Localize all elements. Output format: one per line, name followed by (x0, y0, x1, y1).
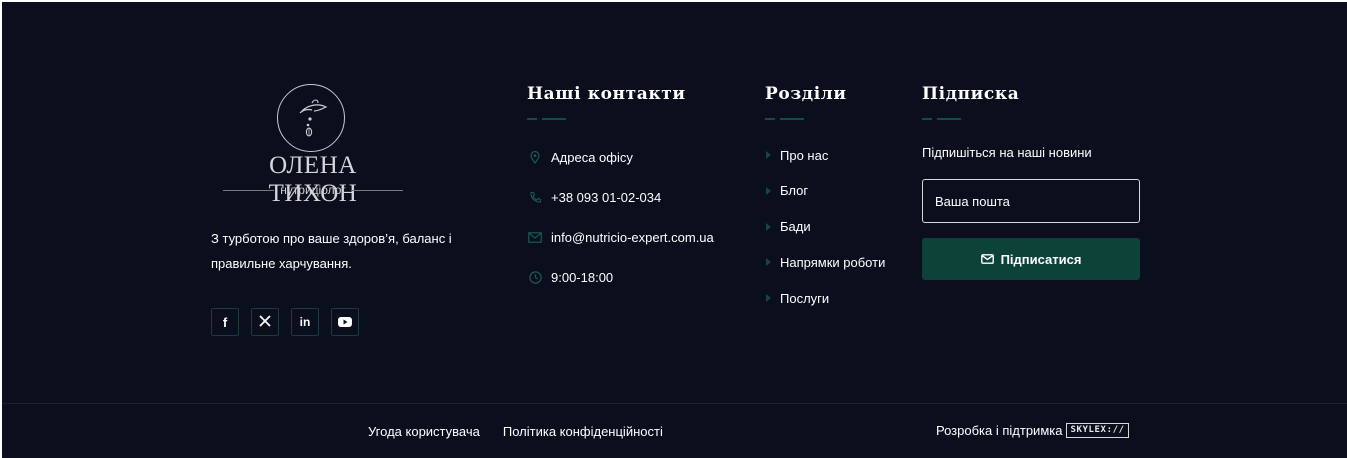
section-link-label: Про нас (780, 147, 829, 163)
section-link-label: Напрямки роботи (780, 254, 886, 270)
legal-links: Угода користувача Політика конфіденційно… (368, 424, 663, 439)
x-twitter-link[interactable] (251, 308, 279, 336)
developer-badge[interactable]: SKYLEX:// (1066, 423, 1129, 438)
contact-email-text: info@nutricio-expert.com.ua (551, 229, 714, 245)
sections-list: Про нас Блог Бади Напрямки роботи Послуг… (765, 146, 885, 307)
developer-label: Розробка і підтримка (936, 423, 1063, 438)
contact-address-text: Адреса офісу (551, 149, 633, 165)
youtube-icon (338, 315, 352, 330)
facebook-link[interactable]: f (211, 308, 239, 336)
section-link-label: Послуги (780, 290, 830, 306)
contact-email[interactable]: info@nutricio-expert.com.ua (527, 227, 714, 247)
contact-phone[interactable]: +38 093 01-02-034 (527, 187, 714, 207)
contacts-column: Наші контакти Адреса офісу +38 093 01-02… (527, 84, 714, 287)
section-link-label: Бади (780, 219, 811, 235)
contact-hours: 9:00-18:00 (527, 267, 714, 287)
mail-icon (527, 231, 543, 243)
caret-right-icon (766, 151, 771, 159)
social-links: f in (211, 308, 481, 336)
logo-subtitle: нутриціолог (223, 183, 404, 197)
section-link-label: Блог (780, 183, 809, 199)
youtube-link[interactable] (331, 308, 359, 336)
contacts-title: Наші контакти (527, 84, 686, 104)
section-link-about[interactable]: Про нас (765, 146, 885, 164)
logo-divider-left (223, 189, 275, 191)
section-link-supplements[interactable]: Бади (765, 218, 885, 236)
linkedin-icon: in (299, 315, 311, 329)
caret-right-icon (766, 258, 771, 267)
user-agreement-link[interactable]: Угода користувача (368, 424, 480, 439)
contacts-list: Адреса офісу +38 093 01-02-034 info@nutr… (527, 147, 714, 287)
subscribe-title: Підписка (922, 84, 1020, 104)
facebook-icon: f (222, 314, 228, 330)
linkedin-link[interactable]: in (291, 308, 319, 336)
caret-right-icon (766, 294, 771, 303)
section-link-directions[interactable]: Напрямки роботи (765, 253, 885, 271)
title-decoration (765, 118, 885, 120)
footer-divider (2, 403, 1347, 404)
privacy-policy-link[interactable]: Політика конфіденційності (503, 424, 663, 439)
subscribe-button[interactable]: Підписатися (922, 238, 1140, 280)
logo-subtitle-text: нутриціолог (280, 183, 346, 197)
logo-divider-right (351, 189, 404, 191)
section-link-blog[interactable]: Блог (765, 182, 885, 200)
subscribe-button-label: Підписатися (1000, 251, 1082, 267)
developer-credit: Розробка і підтримка SKYLEX:// (936, 423, 1129, 438)
email-field[interactable] (922, 179, 1140, 223)
brand-tagline: З турботою про ваше здоров’я, баланс і п… (211, 231, 452, 271)
section-link-services[interactable]: Послуги (765, 289, 885, 307)
subscribe-column: Підписка Підпишіться на наші новини Підп… (922, 84, 1140, 280)
site-footer: ОЛЕНА ТИХОН нутриціолог З турботою про в… (2, 2, 1347, 458)
contact-address[interactable]: Адреса офісу (527, 147, 714, 167)
sections-column: Розділи Про нас Блог Бади Напрямки робот… (765, 84, 885, 307)
phone-icon (527, 191, 543, 204)
map-pin-icon (527, 150, 543, 164)
subscribe-text: Підпишіться на наші новини (922, 145, 1092, 160)
clock-icon (527, 270, 543, 284)
logo-name: ОЛЕНА ТИХОН (268, 152, 358, 207)
logo[interactable]: ОЛЕНА ТИХОН нутриціолог (223, 80, 404, 207)
caret-right-icon (766, 186, 771, 195)
brand-column: ОЛЕНА ТИХОН нутриціолог З турботою про в… (211, 80, 481, 336)
title-decoration (527, 118, 714, 120)
logo-emblem-icon (277, 84, 345, 152)
title-decoration (922, 118, 1140, 120)
caret-right-icon (766, 222, 771, 231)
envelope-icon (980, 252, 994, 267)
contact-hours-text: 9:00-18:00 (551, 269, 614, 285)
sections-title: Розділи (765, 84, 847, 104)
x-twitter-icon (259, 314, 271, 330)
contact-phone-text: +38 093 01-02-034 (551, 189, 662, 205)
